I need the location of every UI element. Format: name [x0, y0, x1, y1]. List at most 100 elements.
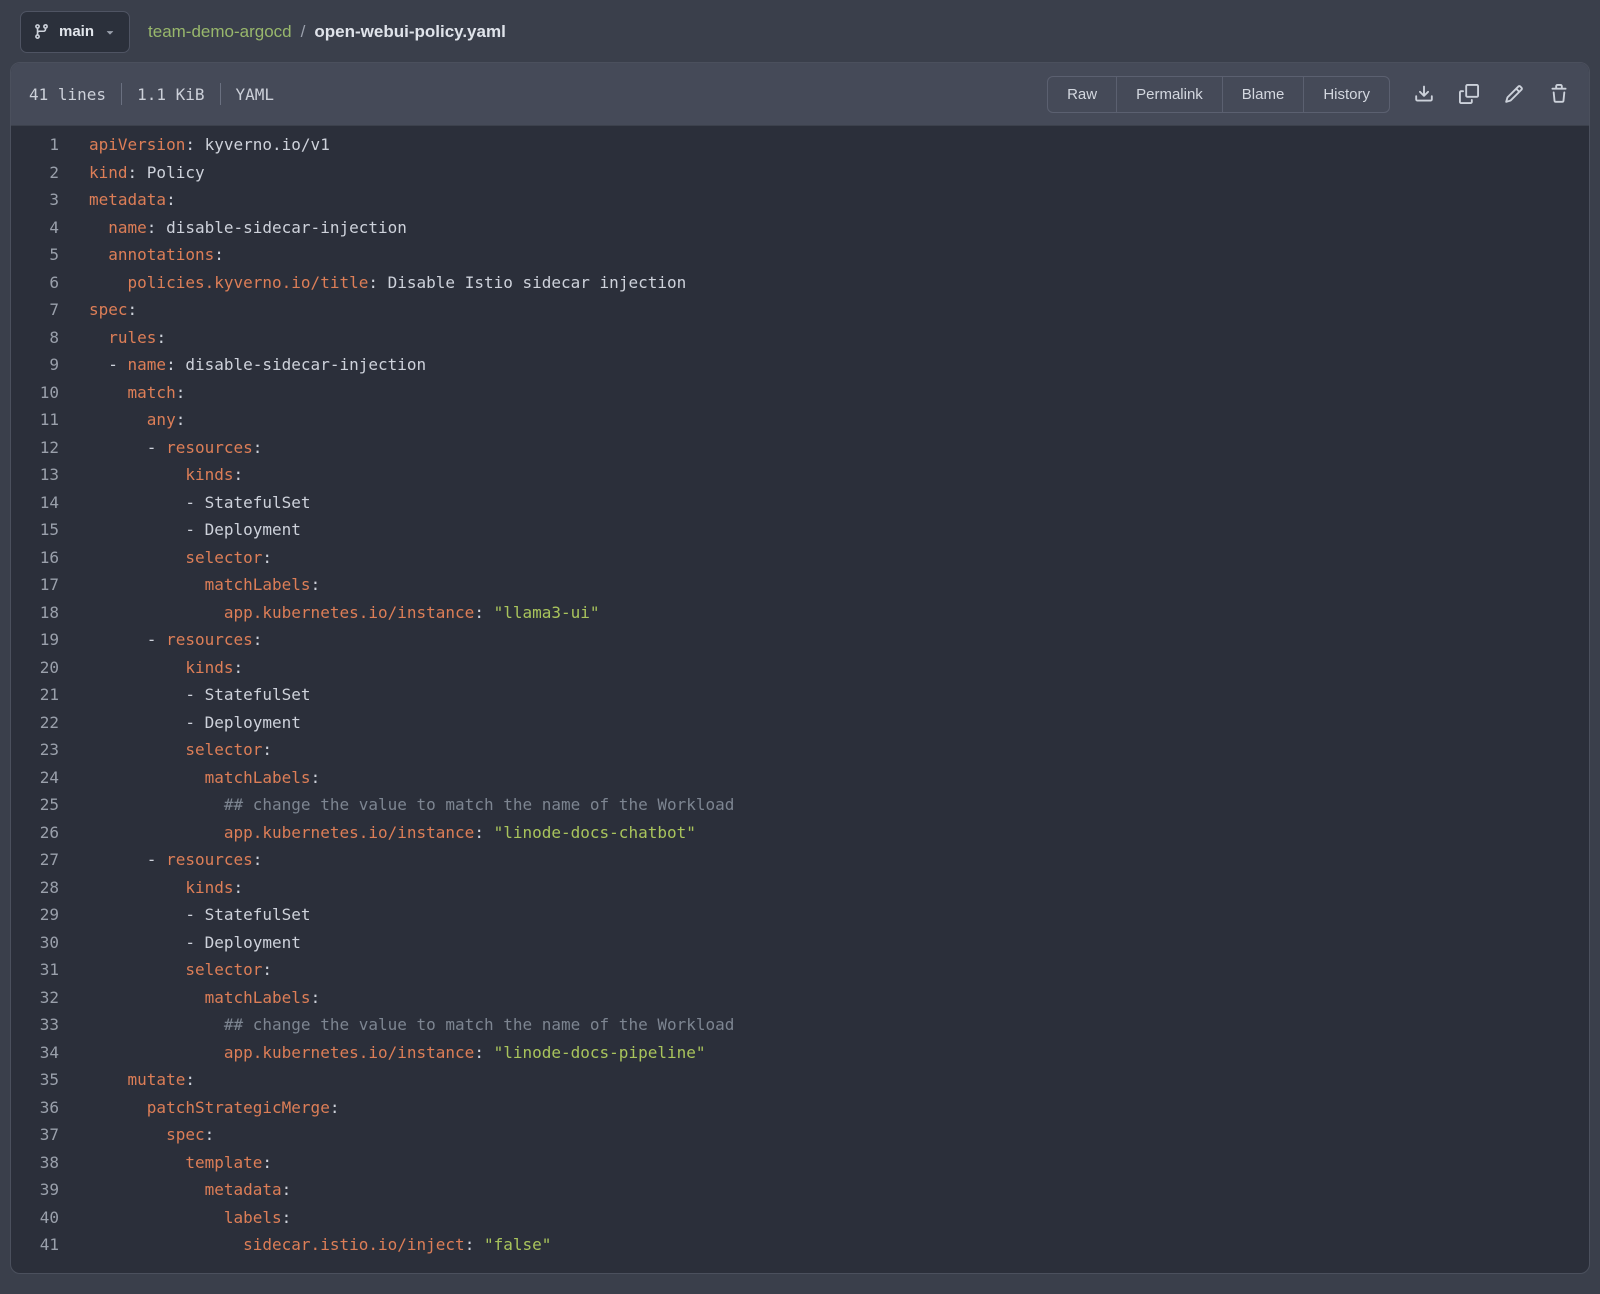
- code-line-text: - Deployment: [59, 516, 301, 544]
- code-line-text: name: disable-sidecar-injection: [59, 214, 407, 242]
- line-number[interactable]: 20: [11, 654, 59, 682]
- code-line-text: apiVersion: kyverno.io/v1: [59, 131, 330, 159]
- code-view: 1apiVersion: kyverno.io/v12kind: Policy3…: [11, 126, 1589, 1273]
- line-number[interactable]: 35: [11, 1066, 59, 1094]
- line-number[interactable]: 18: [11, 599, 59, 627]
- code-line-text: sidecar.istio.io/inject: "false": [59, 1231, 551, 1259]
- copy-icon[interactable]: [1459, 84, 1479, 104]
- code-line: 38 template:: [11, 1149, 1589, 1177]
- divider: [121, 83, 122, 105]
- line-number[interactable]: 41: [11, 1231, 59, 1259]
- code-line-text: - resources:: [59, 846, 262, 874]
- line-number[interactable]: 11: [11, 406, 59, 434]
- line-number[interactable]: 36: [11, 1094, 59, 1122]
- code-line: 31 selector:: [11, 956, 1589, 984]
- code-line-text: match:: [59, 379, 185, 407]
- line-number[interactable]: 16: [11, 544, 59, 572]
- line-number[interactable]: 7: [11, 296, 59, 324]
- line-number[interactable]: 40: [11, 1204, 59, 1232]
- line-number[interactable]: 39: [11, 1176, 59, 1204]
- line-number[interactable]: 4: [11, 214, 59, 242]
- line-number[interactable]: 9: [11, 351, 59, 379]
- breadcrumb-separator: /: [301, 22, 306, 42]
- download-icon[interactable]: [1414, 84, 1434, 104]
- code-line: 5 annotations:: [11, 241, 1589, 269]
- line-number[interactable]: 27: [11, 846, 59, 874]
- line-number[interactable]: 3: [11, 186, 59, 214]
- code-line: 27 - resources:: [11, 846, 1589, 874]
- line-number[interactable]: 31: [11, 956, 59, 984]
- line-number[interactable]: 22: [11, 709, 59, 737]
- code-line-text: matchLabels:: [59, 984, 320, 1012]
- code-line-text: metadata:: [59, 186, 176, 214]
- code-line-text: app.kubernetes.io/instance: "linode-docs…: [59, 819, 696, 847]
- code-line: 11 any:: [11, 406, 1589, 434]
- code-line: 15 - Deployment: [11, 516, 1589, 544]
- line-number[interactable]: 34: [11, 1039, 59, 1067]
- code-line-text: selector:: [59, 956, 272, 984]
- line-number[interactable]: 19: [11, 626, 59, 654]
- git-branch-icon: [33, 23, 50, 40]
- line-number[interactable]: 5: [11, 241, 59, 269]
- line-number[interactable]: 2: [11, 159, 59, 187]
- chevron-down-icon: [103, 25, 117, 39]
- code-line-text: - resources:: [59, 626, 262, 654]
- code-line: 9 - name: disable-sidecar-injection: [11, 351, 1589, 379]
- code-line-text: mutate:: [59, 1066, 195, 1094]
- branch-selector-button[interactable]: main: [20, 11, 130, 53]
- line-number[interactable]: 17: [11, 571, 59, 599]
- code-line: 1apiVersion: kyverno.io/v1: [11, 131, 1589, 159]
- history-button[interactable]: History: [1303, 77, 1389, 112]
- code-line: 13 kinds:: [11, 461, 1589, 489]
- code-line-text: labels:: [59, 1204, 291, 1232]
- code-line-text: selector:: [59, 544, 272, 572]
- line-number[interactable]: 1: [11, 131, 59, 159]
- line-number[interactable]: 38: [11, 1149, 59, 1177]
- delete-icon[interactable]: [1549, 84, 1569, 104]
- code-line-text: metadata:: [59, 1176, 291, 1204]
- blame-button[interactable]: Blame: [1222, 77, 1304, 112]
- code-line: 34 app.kubernetes.io/instance: "linode-d…: [11, 1039, 1589, 1067]
- line-number[interactable]: 8: [11, 324, 59, 352]
- code-line-text: patchStrategicMerge:: [59, 1094, 339, 1122]
- permalink-button[interactable]: Permalink: [1116, 77, 1222, 112]
- line-number[interactable]: 24: [11, 764, 59, 792]
- code-line-text: - StatefulSet: [59, 681, 311, 709]
- breadcrumb-repo-link[interactable]: team-demo-argocd: [148, 22, 292, 42]
- line-number[interactable]: 23: [11, 736, 59, 764]
- file-header-actions: RawPermalinkBlameHistory: [1047, 76, 1577, 113]
- file-icon-buttons: [1414, 84, 1569, 104]
- line-number[interactable]: 29: [11, 901, 59, 929]
- code-line-text: ## change the value to match the name of…: [59, 1011, 734, 1039]
- edit-icon[interactable]: [1504, 84, 1524, 104]
- code-line: 18 app.kubernetes.io/instance: "llama3-u…: [11, 599, 1589, 627]
- line-number[interactable]: 32: [11, 984, 59, 1012]
- code-line: 19 - resources:: [11, 626, 1589, 654]
- code-line: 8 rules:: [11, 324, 1589, 352]
- file-line-count: 41 lines: [29, 85, 106, 104]
- code-line-text: - name: disable-sidecar-injection: [59, 351, 426, 379]
- code-line: 3metadata:: [11, 186, 1589, 214]
- line-number[interactable]: 33: [11, 1011, 59, 1039]
- line-number[interactable]: 14: [11, 489, 59, 517]
- line-number[interactable]: 10: [11, 379, 59, 407]
- code-line-text: kinds:: [59, 874, 243, 902]
- raw-button[interactable]: Raw: [1048, 77, 1116, 112]
- line-number[interactable]: 30: [11, 929, 59, 957]
- line-number[interactable]: 25: [11, 791, 59, 819]
- code-line-text: template:: [59, 1149, 272, 1177]
- code-line-text: kinds:: [59, 461, 243, 489]
- divider: [220, 83, 221, 105]
- line-number[interactable]: 15: [11, 516, 59, 544]
- line-number[interactable]: 21: [11, 681, 59, 709]
- line-number[interactable]: 13: [11, 461, 59, 489]
- line-number[interactable]: 6: [11, 269, 59, 297]
- line-number[interactable]: 12: [11, 434, 59, 462]
- code-line: 37 spec:: [11, 1121, 1589, 1149]
- line-number[interactable]: 37: [11, 1121, 59, 1149]
- code-line-text: kind: Policy: [59, 159, 205, 187]
- line-number[interactable]: 26: [11, 819, 59, 847]
- line-number[interactable]: 28: [11, 874, 59, 902]
- code-line: 7spec:: [11, 296, 1589, 324]
- breadcrumb-file-name: open-webui-policy.yaml: [314, 22, 505, 42]
